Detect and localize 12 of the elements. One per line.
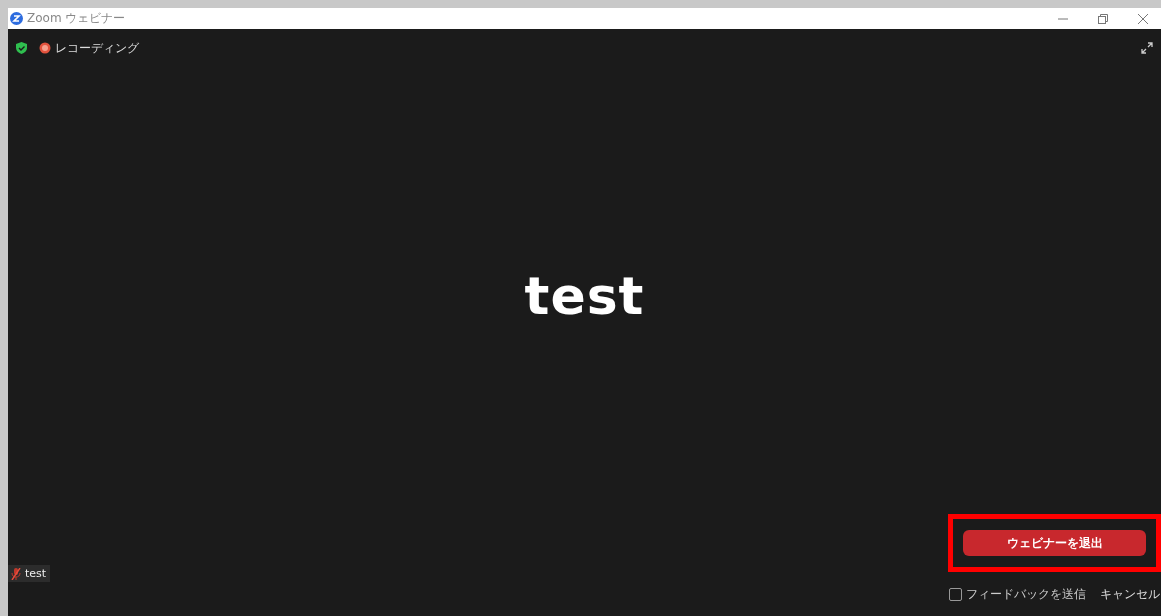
fullscreen-icon[interactable] [1141, 42, 1153, 54]
restore-icon [1098, 13, 1108, 24]
participant-name: test [524, 265, 645, 326]
shield-icon[interactable] [16, 42, 27, 54]
checkbox-icon[interactable] [949, 587, 962, 601]
recording-dot-icon [39, 42, 51, 54]
name-tag-label: test [25, 567, 47, 580]
window-title: Zoom ウェビナー [27, 10, 127, 27]
recording-label: レコーディング [55, 39, 139, 57]
cancel-link[interactable]: キャンセル [1100, 585, 1160, 603]
close-icon [1138, 13, 1148, 24]
leave-webinar-button[interactable]: ウェビナーを退出 [963, 530, 1146, 556]
